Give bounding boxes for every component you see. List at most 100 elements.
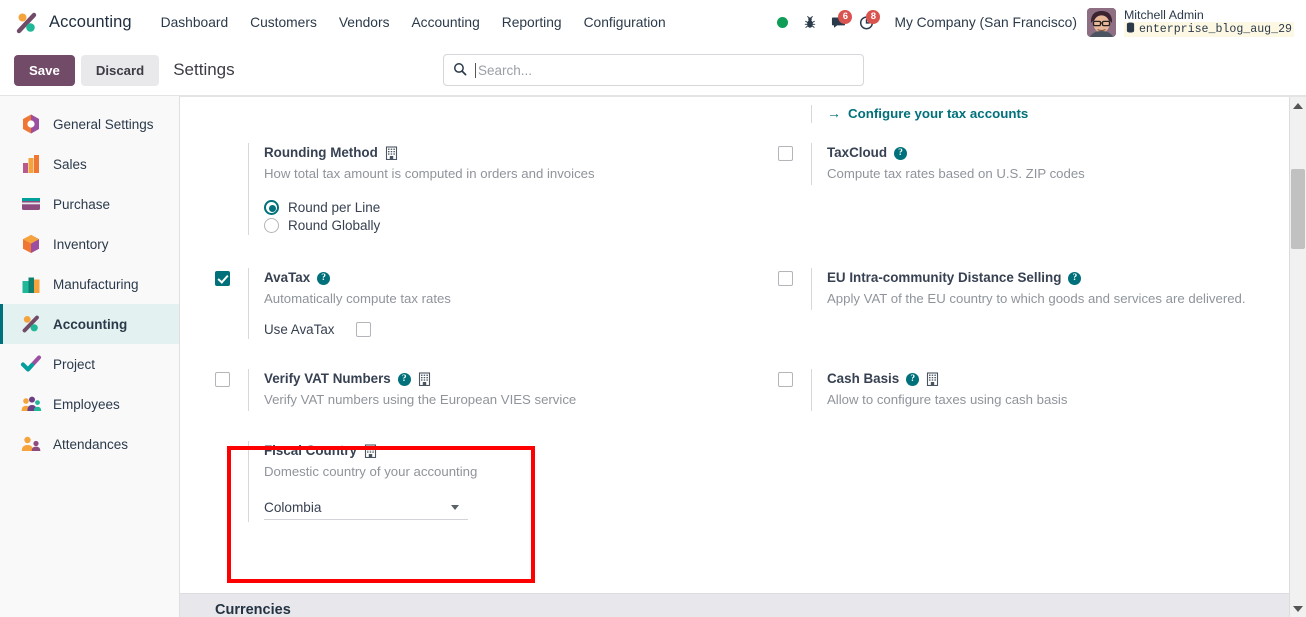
radio-round-per-line-input[interactable]	[264, 200, 279, 215]
brand-home-link[interactable]: Accounting	[14, 10, 132, 36]
activities-count-badge: 8	[866, 9, 881, 24]
verify-vat-checkbox[interactable]	[215, 372, 230, 388]
scrollbar-thumb[interactable]	[1291, 169, 1305, 249]
cash-basis-checkbox[interactable]	[778, 372, 793, 388]
verify-vat-title-row: Verify VAT Numbers ?	[264, 369, 743, 389]
menu-item-customers[interactable]: Customers	[239, 10, 328, 35]
menu-item-reporting[interactable]: Reporting	[491, 10, 573, 35]
configure-tax-accounts-block: → Configure your tax accounts	[778, 105, 1306, 123]
fiscal-country-body: Fiscal Country Domestic country of your …	[248, 441, 743, 522]
help-icon[interactable]: ?	[906, 372, 920, 386]
setting-fiscal-country: Fiscal Country Domestic country of your …	[215, 441, 743, 522]
section-currencies: Currencies	[180, 593, 1306, 617]
company-scope-building-icon	[926, 372, 939, 387]
rounding-method-body: Rounding Method How total tax amount is …	[248, 143, 743, 235]
sidebar-item-general-settings[interactable]: General Settings	[0, 104, 179, 144]
sidebar-item-sales[interactable]: Sales	[0, 144, 179, 184]
radio-round-globally[interactable]: Round Globally	[264, 218, 743, 233]
settings-col-left	[180, 105, 743, 123]
sidebar-item-purchase[interactable]: Purchase	[0, 184, 179, 224]
setting-avatax: AvaTax ? Automatically compute tax rates…	[215, 268, 743, 339]
settings-content: → Configure your tax accounts Rounding M…	[180, 96, 1306, 617]
database-name-chip: enterprise_blog_aug_29	[1123, 21, 1294, 38]
taxcloud-body: TaxCloud ? Compute tax rates based on U.…	[811, 143, 1306, 185]
database-icon	[1126, 22, 1135, 37]
vertical-scrollbar[interactable]	[1289, 97, 1306, 617]
brand-name: Accounting	[49, 13, 132, 31]
settings-row-avatax-eu: AvaTax ? Automatically compute tax rates…	[180, 268, 1306, 339]
taxcloud-title: TaxCloud	[827, 145, 888, 160]
attendances-app-icon	[20, 433, 42, 455]
bug-icon[interactable]	[796, 8, 824, 38]
taxcloud-checkbox-slot	[778, 145, 793, 162]
cash-basis-title-row: Cash Basis ?	[827, 369, 1306, 389]
eu-distance-selling-body: EU Intra-community Distance Selling ? Ap…	[811, 268, 1306, 310]
menu-item-vendors[interactable]: Vendors	[328, 10, 401, 35]
taxcloud-checkbox[interactable]	[778, 146, 793, 162]
search-input[interactable]: Search...	[443, 54, 864, 86]
sidebar-item-label: Employees	[53, 396, 120, 412]
section-currencies-title: Currencies	[215, 602, 291, 617]
radio-round-globally-input[interactable]	[264, 218, 279, 233]
settings-row-vat-cashbasis: Verify VAT Numbers ? Verify VAT numbers …	[180, 369, 1306, 411]
fiscal-country-value: Colombia	[264, 500, 322, 515]
user-meta: Mitchell Admin enterprise_blog_aug_29	[1123, 8, 1294, 38]
discard-button[interactable]: Discard	[80, 54, 160, 86]
help-icon[interactable]: ?	[397, 372, 411, 386]
menu-item-dashboard[interactable]: Dashboard	[150, 10, 240, 35]
help-icon[interactable]: ?	[894, 146, 908, 160]
save-button[interactable]: Save	[14, 54, 75, 86]
use-avatax-label: Use AvaTax	[264, 322, 335, 337]
rounding-method-title-row: Rounding Method	[264, 143, 743, 163]
menu-item-accounting[interactable]: Accounting	[400, 10, 490, 35]
help-icon[interactable]: ?	[317, 271, 331, 285]
sidebar-item-manufacturing[interactable]: Manufacturing	[0, 264, 179, 304]
rounding-method-options: Round per Line Round Globally	[264, 200, 743, 233]
sidebar-item-label: Inventory	[53, 236, 109, 252]
setting-rounding-method: Rounding Method How total tax amount is …	[215, 143, 743, 235]
settings-col-right: EU Intra-community Distance Selling ? Ap…	[743, 268, 1306, 339]
scroll-down-arrow-icon[interactable]	[1290, 600, 1306, 617]
project-app-icon	[20, 353, 42, 375]
menu-item-configuration[interactable]: Configuration	[573, 10, 677, 35]
avatax-checkbox[interactable]	[215, 271, 230, 287]
help-icon[interactable]: ?	[1068, 271, 1082, 285]
accounting-app-icon	[20, 313, 42, 335]
settings-col-left: Verify VAT Numbers ? Verify VAT numbers …	[180, 369, 743, 411]
eu-distance-selling-title: EU Intra-community Distance Selling	[827, 270, 1062, 285]
settings-col-right	[743, 441, 1306, 522]
sidebar-item-project[interactable]: Project	[0, 344, 179, 384]
messages-count-badge: 6	[838, 9, 853, 24]
fiscal-country-title-row: Fiscal Country	[264, 441, 743, 461]
verify-vat-description: Verify VAT numbers using the European VI…	[264, 392, 577, 407]
sidebar-item-employees[interactable]: Employees	[0, 384, 179, 424]
odoo-accounting-logo	[14, 10, 40, 36]
avatax-title-row: AvaTax ?	[264, 268, 743, 288]
verify-vat-title: Verify VAT Numbers	[264, 371, 391, 386]
activities-clock-icon[interactable]: 8	[852, 8, 881, 38]
messages-icon[interactable]: 6	[824, 8, 853, 38]
sidebar-item-inventory[interactable]: Inventory	[0, 224, 179, 264]
sidebar-item-accounting[interactable]: Accounting	[0, 304, 179, 344]
status-dot	[776, 17, 788, 28]
eu-distance-selling-checkbox[interactable]	[778, 271, 793, 287]
configure-tax-accounts-link[interactable]: → Configure your tax accounts	[827, 105, 1306, 121]
fiscal-country-dropdown[interactable]: Colombia	[264, 498, 468, 520]
scroll-up-arrow-icon[interactable]	[1290, 97, 1306, 114]
configure-tax-accounts-label: Configure your tax accounts	[848, 105, 1029, 121]
radio-round-per-line[interactable]: Round per Line	[264, 200, 743, 215]
rounding-method-description: How total tax amount is computed in orde…	[264, 166, 595, 181]
presence-status-icon[interactable]	[768, 8, 796, 38]
eu-distance-selling-description: Apply VAT of the EU country to which goo…	[827, 291, 1246, 306]
body: General Settings Sales Purchase Inventor…	[0, 96, 1306, 617]
company-switcher[interactable]: My Company (San Francisco)	[894, 15, 1076, 30]
sidebar-item-label: Attendances	[53, 436, 129, 452]
user-menu[interactable]: Mitchell Admin enterprise_blog_aug_29	[1086, 8, 1298, 38]
use-avatax-checkbox[interactable]	[356, 322, 372, 337]
radio-round-per-line-label: Round per Line	[288, 200, 381, 215]
sidebar-item-attendances[interactable]: Attendances	[0, 424, 179, 464]
sidebar-item-label: Manufacturing	[53, 276, 139, 292]
configure-tax-accounts-body: → Configure your tax accounts	[811, 105, 1306, 123]
taxcloud-title-row: TaxCloud ?	[827, 143, 1306, 163]
eu-distance-selling-checkbox-slot	[778, 270, 793, 287]
